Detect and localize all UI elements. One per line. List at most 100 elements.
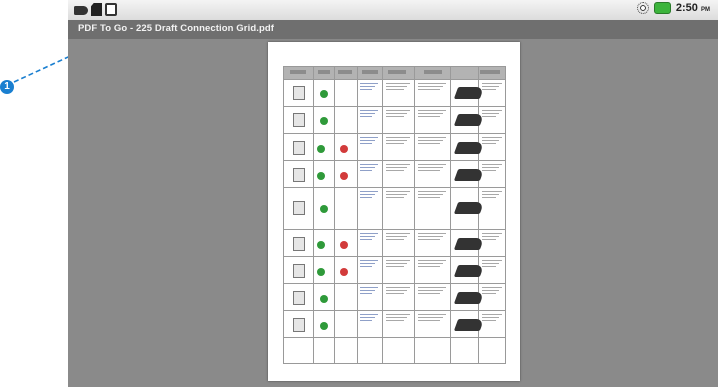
table-header-cell <box>388 70 406 74</box>
connection-grid-table <box>283 66 506 364</box>
cell-text-line <box>482 194 499 195</box>
cell-text-line <box>418 89 440 90</box>
cell-text-line <box>482 86 499 87</box>
cell-text-line <box>360 320 372 321</box>
device-thumbnail <box>293 86 305 100</box>
device-screen: 2:50 PM PDF To Go - 225 Draft Connection… <box>68 0 718 387</box>
table-row-divider <box>284 187 505 188</box>
table-header-cell <box>480 70 500 74</box>
table-column-divider <box>414 67 415 363</box>
cell-text-line <box>360 314 378 315</box>
cell-text-line <box>360 290 375 291</box>
battery-icon <box>653 2 671 14</box>
device-thumbnail <box>293 201 305 215</box>
unsupported-status-icon <box>340 241 348 249</box>
cell-text-line <box>482 260 502 261</box>
table-row-divider <box>284 160 505 161</box>
table-row-divider <box>284 133 505 134</box>
cell-text-line <box>386 164 410 165</box>
supported-status-icon <box>320 90 328 98</box>
status-bar: 2:50 PM <box>68 0 718 20</box>
cell-text-line <box>482 317 499 318</box>
cell-text-line <box>360 317 375 318</box>
pdf-page[interactable] <box>268 42 520 381</box>
cell-text-line <box>360 197 372 198</box>
cell-text-line <box>482 191 502 192</box>
cell-text-line <box>360 110 378 111</box>
table-row-divider <box>284 310 505 311</box>
unsupported-status-icon <box>340 268 348 276</box>
cell-text-line <box>360 287 378 288</box>
device-thumbnail <box>293 168 305 182</box>
cell-text-line <box>418 197 440 198</box>
table-column-divider <box>450 67 451 363</box>
cell-text-line <box>386 86 407 87</box>
table-column-divider <box>382 67 383 363</box>
cell-text-line <box>360 194 375 195</box>
cell-text-line <box>418 191 446 192</box>
connection-hardware-image <box>453 169 485 181</box>
table-row-divider <box>284 106 505 107</box>
cell-text-line <box>386 314 410 315</box>
cell-text-line <box>482 170 496 171</box>
cell-text-line <box>418 266 440 267</box>
cell-text-line <box>418 83 446 84</box>
cell-text-line <box>418 143 440 144</box>
table-column-divider <box>334 67 335 363</box>
cell-text-line <box>386 266 404 267</box>
cell-text-line <box>386 194 407 195</box>
cell-text-line <box>418 260 446 261</box>
cell-text-line <box>418 167 443 168</box>
title-bar: PDF To Go - 225 Draft Connection Grid.pd… <box>68 20 718 39</box>
cell-text-line <box>386 113 407 114</box>
connection-hardware-image <box>453 114 485 126</box>
clock: 2:50 PM <box>675 2 710 14</box>
cell-text-line <box>418 113 443 114</box>
sd-card-icon <box>91 3 102 16</box>
cell-text-line <box>418 293 440 294</box>
cell-text-line <box>360 140 375 141</box>
table-row-divider <box>284 229 505 230</box>
cell-text-line <box>360 113 375 114</box>
cell-text-line <box>386 197 404 198</box>
device-thumbnail <box>293 264 305 278</box>
cell-text-line <box>482 137 502 138</box>
cell-text-line <box>482 110 502 111</box>
cell-text-line <box>386 167 407 168</box>
cell-text-line <box>386 191 410 192</box>
cell-text-line <box>386 89 404 90</box>
cell-text-line <box>418 263 443 264</box>
cell-text-line <box>360 83 378 84</box>
connection-hardware-image <box>453 142 485 154</box>
table-column-divider <box>357 67 358 363</box>
device-thumbnail <box>293 141 305 155</box>
cell-text-line <box>482 287 502 288</box>
table-row-divider <box>284 79 505 80</box>
cell-text-line <box>386 239 404 240</box>
table-header-cell <box>424 70 442 74</box>
table-column-divider <box>313 67 314 363</box>
cell-text-line <box>386 170 404 171</box>
cell-text-line <box>418 317 443 318</box>
cell-text-line <box>482 113 499 114</box>
cell-text-line <box>418 140 443 141</box>
device-thumbnail <box>293 318 305 332</box>
document-title: PDF To Go - 225 Draft Connection Grid.pd… <box>78 23 275 34</box>
cell-text-line <box>418 137 446 138</box>
usb-icon <box>74 6 88 15</box>
cell-text-line <box>482 164 502 165</box>
cell-text-line <box>386 83 410 84</box>
cell-text-line <box>386 116 404 117</box>
supported-status-icon <box>317 145 325 153</box>
cell-text-line <box>418 110 446 111</box>
cell-text-line <box>482 236 499 237</box>
cell-text-line <box>418 320 440 321</box>
cell-text-line <box>386 287 410 288</box>
cell-text-line <box>418 236 443 237</box>
supported-status-icon <box>320 295 328 303</box>
cell-text-line <box>418 239 440 240</box>
cell-text-line <box>418 164 446 165</box>
connection-hardware-image <box>453 265 485 277</box>
supported-status-icon <box>317 241 325 249</box>
cell-text-line <box>482 320 496 321</box>
